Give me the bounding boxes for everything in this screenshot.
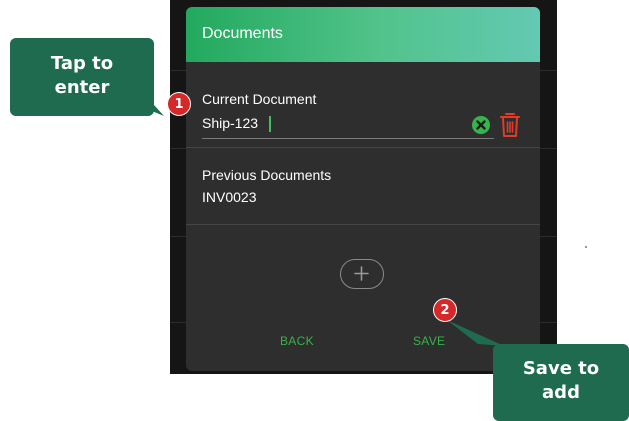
save-to-add-callout: Save to add xyxy=(493,344,629,421)
save-to-add-text: Save to add xyxy=(522,358,600,403)
step-2-marker: 2 xyxy=(433,298,457,322)
tap-to-enter-text: Tap to enter xyxy=(50,53,114,98)
tap-to-enter-callout: Tap to enter xyxy=(10,38,154,116)
callout-pointer-save xyxy=(447,320,504,346)
step-1-marker: 1 xyxy=(167,92,191,116)
stray-dot xyxy=(585,246,587,248)
